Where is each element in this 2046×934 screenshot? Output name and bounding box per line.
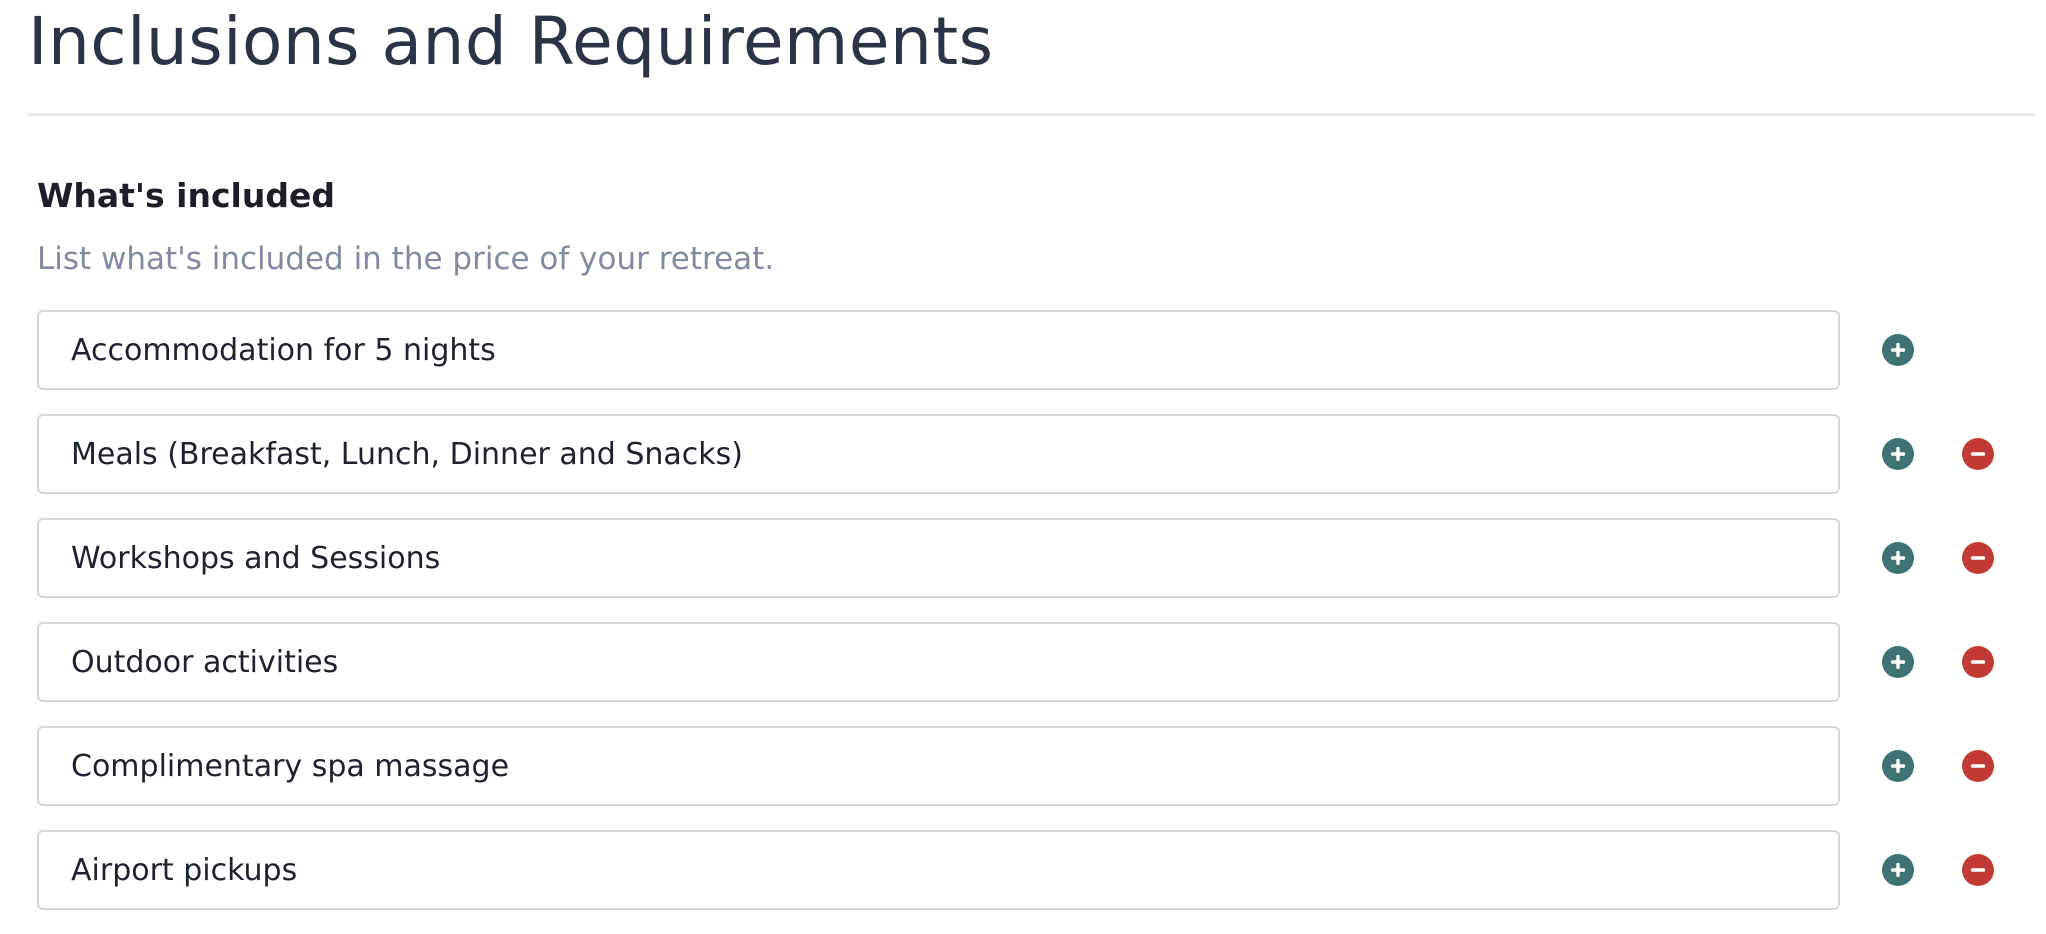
add-item-button[interactable] <box>1882 646 1914 678</box>
remove-item-button[interactable] <box>1962 750 1994 782</box>
section-heading-whats-included: What's included <box>37 176 335 215</box>
included-item-input[interactable] <box>37 622 1840 702</box>
add-item-button[interactable] <box>1882 438 1914 470</box>
included-item-row <box>37 518 2017 602</box>
included-item-row <box>37 414 2017 498</box>
minus-circle-icon <box>1971 452 1985 456</box>
included-item-row <box>37 830 2017 914</box>
remove-item-button[interactable] <box>1962 438 1994 470</box>
remove-item-button[interactable] <box>1962 646 1994 678</box>
included-item-input[interactable] <box>37 518 1840 598</box>
plus-circle-icon <box>1891 551 1905 565</box>
remove-item-button[interactable] <box>1962 854 1994 886</box>
included-item-row <box>37 622 2017 706</box>
add-item-button[interactable] <box>1882 334 1914 366</box>
remove-item-button[interactable] <box>1962 542 1994 574</box>
included-item-input[interactable] <box>37 310 1840 390</box>
add-item-button[interactable] <box>1882 542 1914 574</box>
section-help-text: List what's included in the price of you… <box>37 241 775 277</box>
included-item-input[interactable] <box>37 726 1840 806</box>
title-divider <box>28 113 2034 116</box>
included-item-input[interactable] <box>37 830 1840 910</box>
add-item-button[interactable] <box>1882 854 1914 886</box>
included-item-row <box>37 726 2017 810</box>
plus-circle-icon <box>1891 655 1905 669</box>
minus-circle-icon <box>1971 764 1985 768</box>
minus-circle-icon <box>1971 660 1985 664</box>
plus-circle-icon <box>1891 863 1905 877</box>
included-item-input[interactable] <box>37 414 1840 494</box>
page-title: Inclusions and Requirements <box>28 3 994 80</box>
plus-circle-icon <box>1891 759 1905 773</box>
add-item-button[interactable] <box>1882 750 1914 782</box>
plus-circle-icon <box>1891 343 1905 357</box>
minus-circle-icon <box>1971 868 1985 872</box>
included-items-list <box>37 310 2017 934</box>
minus-circle-icon <box>1971 556 1985 560</box>
plus-circle-icon <box>1891 447 1905 461</box>
included-item-row <box>37 310 2017 394</box>
